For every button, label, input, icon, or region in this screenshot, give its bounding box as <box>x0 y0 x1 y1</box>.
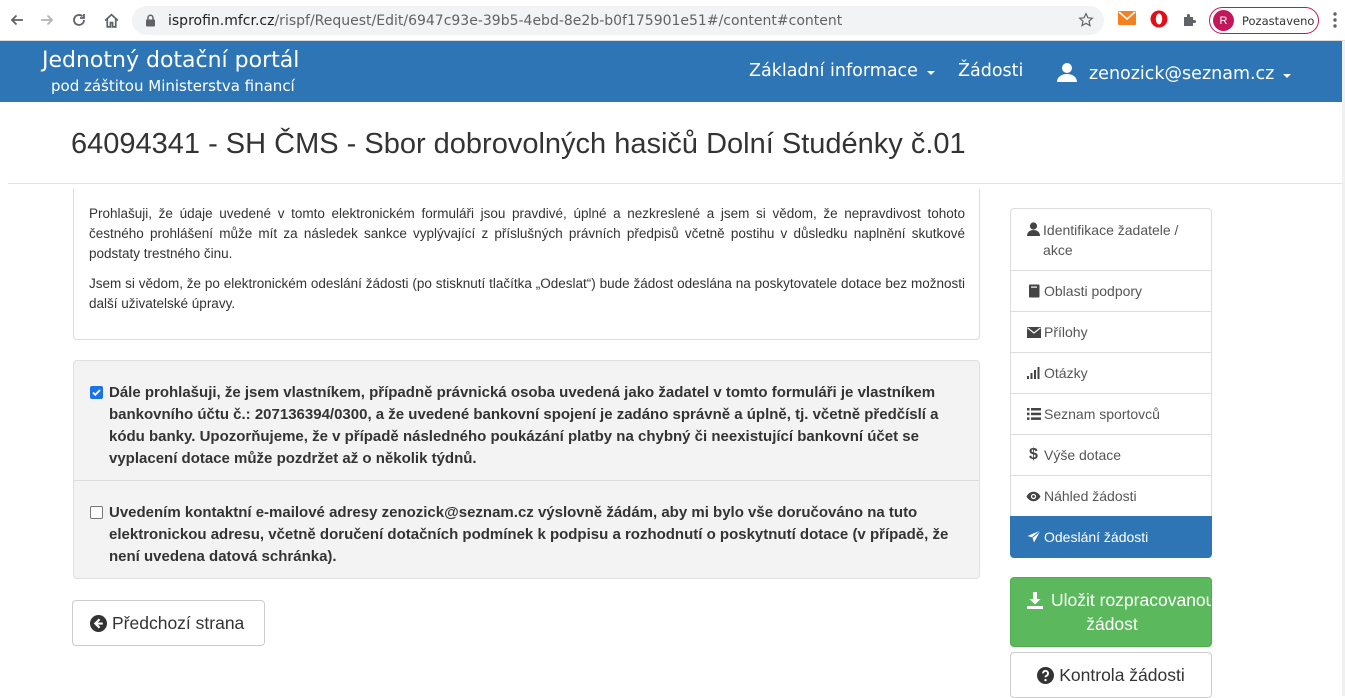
bank-account-consent-checkbox[interactable] <box>90 386 103 399</box>
side-item-label: Identifikace žadatele / akce <box>1043 222 1179 258</box>
brand-subtitle[interactable]: pod záštitou Ministerstva financí <box>51 77 295 95</box>
title-divider <box>8 183 1342 184</box>
lock-icon[interactable] <box>145 14 156 32</box>
extensions-puzzle-icon[interactable] <box>1182 12 1198 33</box>
envelope-icon <box>1026 326 1041 338</box>
dollar-icon: $ <box>1029 446 1038 463</box>
back-icon[interactable] <box>6 9 28 31</box>
url-host: isprofin.mfcr.cz <box>168 12 275 29</box>
user-email: zenozick@seznam.cz <box>1089 64 1275 84</box>
side-item-identification[interactable]: Identifikace žadatele / akce <box>1010 208 1212 270</box>
list-icon <box>1026 408 1041 420</box>
avatar: R <box>1213 10 1234 31</box>
check-request-label: Kontrola žádosti <box>1059 664 1185 685</box>
send-icon <box>1026 530 1041 544</box>
question-circle-icon <box>1037 666 1055 684</box>
brand-title[interactable]: Jednotný dotační portál <box>42 48 299 73</box>
profile-status-label: Pozastaveno <box>1242 13 1315 28</box>
nav-requests-label: Žádosti <box>958 61 1024 81</box>
side-item-questions[interactable]: Otázky <box>1010 352 1212 393</box>
side-item-label: Seznam sportovců <box>1044 406 1160 422</box>
side-item-label: Oblasti podpory <box>1044 283 1143 299</box>
side-menu: Identifikace žadatele / akce Oblasti pod… <box>1010 208 1212 558</box>
previous-page-button[interactable]: Předchozí strana <box>72 600 265 646</box>
side-item-label: Otázky <box>1044 365 1088 381</box>
download-icon <box>1027 592 1043 609</box>
mail-extension-icon[interactable] <box>1118 11 1136 30</box>
declaration-paragraph-1: Prohlašuji, že údaje uvedené v tomto ele… <box>89 206 965 261</box>
well-divider <box>74 480 979 481</box>
reload-icon[interactable] <box>68 9 90 31</box>
forward-icon[interactable] <box>36 9 58 31</box>
caret-down-icon <box>926 70 935 75</box>
bookmark-star-icon[interactable] <box>1078 12 1094 33</box>
email-delivery-consent-checkbox[interactable] <box>90 506 103 519</box>
side-item-submit[interactable]: Odeslání žádosti <box>1010 516 1212 558</box>
bank-account-consent-label[interactable]: Dále prohlašuji, že jsem vlastníkem, pří… <box>109 382 969 470</box>
nav-user-dropdown[interactable]: zenozick@seznam.cz <box>1057 60 1292 84</box>
url-path: /rispf/Request/Edit/6947c93e-39b5-4ebd-8… <box>274 12 843 29</box>
page-title: 64094341 - SH ČMS - Sbor dobrovolných ha… <box>71 128 966 160</box>
circle-arrow-left-icon <box>90 614 107 632</box>
nav-basic-info-label: Základní informace <box>749 61 918 81</box>
opera-extension-icon[interactable] <box>1150 10 1168 33</box>
save-draft-line-1: Uložit rozpracovanou <box>1027 590 1212 611</box>
save-draft-label-2: žádost <box>1086 614 1138 634</box>
eye-icon <box>1026 491 1041 502</box>
check-request-button[interactable]: Kontrola žádosti <box>1010 652 1212 698</box>
site-navbar: Jednotný dotační portál pod záštitou Min… <box>0 41 1342 102</box>
user-icon <box>1026 222 1040 236</box>
user-icon <box>1057 62 1077 82</box>
browser-toolbar: isprofin.mfcr.cz/rispf/Request/Edit/6947… <box>0 0 1345 41</box>
nav-basic-info-dropdown[interactable]: Základní informace <box>749 61 935 81</box>
previous-page-label: Předchozí strana <box>112 612 245 633</box>
declaration-paragraph-2: Jsem si vědom, že po elektronickém odesl… <box>89 276 965 311</box>
caret-down-icon <box>1283 73 1292 78</box>
signal-icon <box>1026 367 1041 379</box>
side-item-attachments[interactable]: Přílohy <box>1010 311 1212 352</box>
book-icon <box>1026 284 1041 298</box>
side-item-athletes-list[interactable]: Seznam sportovců <box>1010 393 1212 434</box>
profile-button[interactable]: R Pozastaveno <box>1209 7 1319 34</box>
email-delivery-consent-label[interactable]: Uvedením kontaktní e-mailové adresy zeno… <box>109 502 969 568</box>
side-item-preview[interactable]: Náhled žádosti <box>1010 475 1212 516</box>
side-item-support-areas[interactable]: Oblasti podpory <box>1010 270 1212 311</box>
side-item-subsidy-amount[interactable]: $ Výše dotace <box>1010 434 1212 475</box>
side-item-label: Výše dotace <box>1044 447 1122 463</box>
side-item-label: Náhled žádosti <box>1044 488 1137 504</box>
declaration-panel: Prohlašuji, že údaje uvedené v tomto ele… <box>73 189 980 340</box>
nav-requests[interactable]: Žádosti <box>958 61 1023 81</box>
side-item-label: Odeslání žádosti <box>1044 529 1149 545</box>
consent-well: Dále prohlašuji, že jsem vlastníkem, pří… <box>73 360 980 579</box>
address-bar[interactable]: isprofin.mfcr.cz/rispf/Request/Edit/6947… <box>132 6 1104 35</box>
url-text: isprofin.mfcr.cz/rispf/Request/Edit/6947… <box>168 13 842 29</box>
home-icon[interactable] <box>100 9 122 31</box>
menu-kebab-icon[interactable] <box>1333 12 1337 33</box>
side-item-label: Přílohy <box>1044 324 1088 340</box>
save-draft-label-1: Uložit rozpracovanou <box>1051 590 1212 610</box>
save-draft-button[interactable]: Uložit rozpracovanou žádost <box>1010 577 1212 647</box>
